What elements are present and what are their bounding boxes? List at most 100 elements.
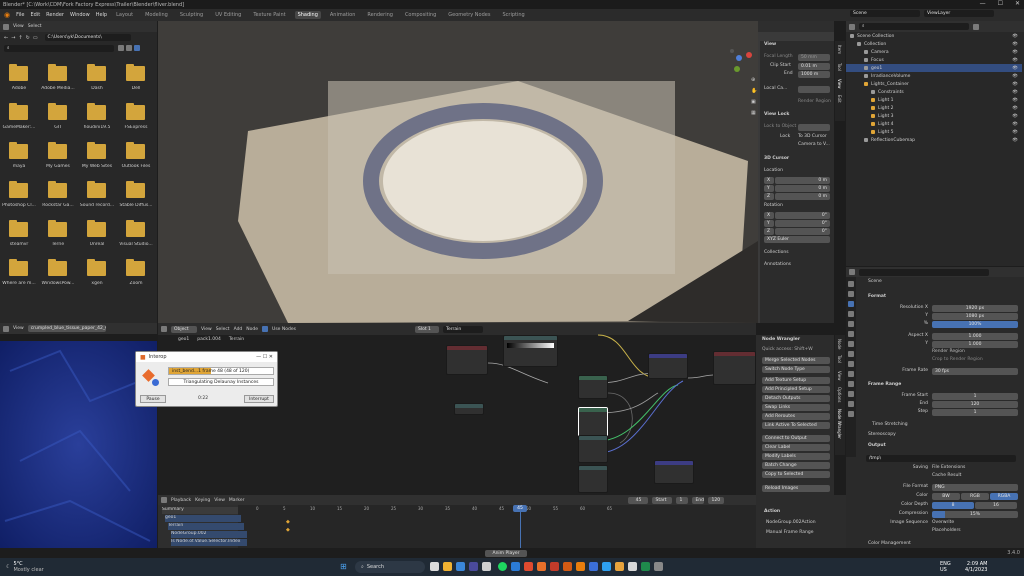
wrangler-button[interactable]: Merge Selected Nodes [762,357,830,364]
start-frame-field[interactable]: 1 [676,496,689,504]
scene-tab-icon[interactable] [848,321,854,327]
visibility-eye-icon[interactable]: 👁 [1012,98,1018,103]
taskbar-search[interactable]: ⌕ Search [355,561,425,573]
folder-icon[interactable] [87,103,106,120]
output-panel-title[interactable]: Output [868,443,886,451]
workspace-tab-texture-paint[interactable]: Texture Paint [250,11,288,19]
stereoscopy-panel[interactable]: Stereoscopy [868,432,896,440]
channel-row[interactable]: NodeGroup.002 [171,531,247,538]
menu-select[interactable]: Select [28,24,42,29]
visibility-eye-icon[interactable]: 👁 [1012,74,1018,79]
refresh-icon[interactable]: ↻ [26,35,30,41]
wrangler-button[interactable]: Link Active To Selected [762,422,830,429]
cursor-rotation-field[interactable]: 0° [775,212,830,219]
data-tab-icon[interactable] [848,391,854,397]
outliner-row[interactable]: geo1 👁 [846,64,1022,72]
app-icon[interactable] [511,562,520,571]
workspace-tab-uv-editing[interactable]: UV Editing [212,11,244,19]
workspace-tab-animation[interactable]: Animation [327,11,359,19]
value-node[interactable] [454,403,484,415]
frame-range-field[interactable]: 1 [932,409,1018,416]
folder-icon[interactable] [48,181,67,198]
marker-menu[interactable]: Marker [229,498,245,503]
format-field[interactable]: 1080 px [932,313,1018,320]
output-path-field[interactable]: /tmp\ [866,455,1016,462]
menu-file[interactable]: File [16,12,24,18]
cursor-location-field[interactable]: 0 m [775,193,830,200]
tab-tool[interactable]: Tool [837,355,842,363]
anim-player-button[interactable]: Anim Player [485,549,527,557]
houdini-icon[interactable] [537,562,546,571]
navigation-gizmo[interactable] [724,43,754,73]
lock-object-field[interactable] [798,124,830,131]
back-arrow-icon[interactable]: ← [4,35,8,41]
wrangler-button[interactable]: Reload Images [762,485,830,492]
minimize-button[interactable]: — [980,0,986,7]
folder-icon[interactable] [126,64,145,81]
editor-type-icon[interactable] [3,23,9,30]
format-field[interactable]: 1920 px [932,305,1018,312]
parent-dir-icon[interactable]: ↑ [18,35,22,41]
editor-type-icon[interactable] [849,23,855,30]
render-region-checkbox[interactable]: Render Region [798,99,831,107]
spotify-icon[interactable] [498,562,507,571]
app-icon[interactable] [615,562,624,571]
lock-to-cursor-checkbox[interactable]: To 3D Cursor [798,134,827,142]
image-selector[interactable]: crumpled_blue_tissue_paper_42_66_4... [27,325,106,332]
app-icon[interactable] [654,562,663,571]
visibility-eye-icon[interactable]: 👁 [1012,122,1018,127]
tab-view[interactable]: View [837,371,842,381]
visibility-eye-icon[interactable]: 👁 [1012,42,1018,47]
folder-icon[interactable] [48,220,67,237]
tool-tab-icon[interactable] [848,281,854,287]
mix-node[interactable] [648,353,688,379]
file-explorer-icon[interactable] [443,562,452,571]
outliner-search-input[interactable]: ⌕ [859,23,969,30]
time-stretching-panel[interactable]: Time Stretching [872,422,908,430]
visibility-eye-icon[interactable]: 👁 [1012,138,1018,143]
editor-type-icon[interactable] [161,497,167,503]
grid-icon[interactable]: ▦ [751,110,757,116]
app-icon[interactable] [602,562,611,571]
folder-icon[interactable] [48,64,67,81]
maximize-button[interactable]: ☐ [998,0,1003,7]
crop-checkbox[interactable]: Crop to Render Region [932,357,983,365]
scene-selector[interactable]: Scene [850,10,920,17]
output-tab-icon[interactable] [848,301,854,307]
wrangler-button[interactable]: Clear Label [762,444,830,451]
cache-result-checkbox[interactable]: Cache Result [932,473,961,481]
task-view-icon[interactable] [430,562,439,571]
wrangler-button[interactable]: Modify Labels [762,453,830,460]
filter-icon[interactable] [973,23,979,30]
visibility-eye-icon[interactable]: 👁 [1012,58,1018,63]
workspace-tab-scripting[interactable]: Scripting [499,11,527,19]
world-tab-icon[interactable] [848,331,854,337]
outliner-row[interactable]: Camera 👁 [846,48,1022,56]
interrupt-button[interactable]: Interrupt [244,395,274,403]
wrangler-button[interactable]: Add Principled Setup [762,386,830,393]
visibility-eye-icon[interactable]: 👁 [1012,130,1018,135]
visibility-eye-icon[interactable]: 👁 [1012,82,1018,87]
menu-help[interactable]: Help [96,12,107,18]
clip-start-field[interactable]: 0.01 m [798,63,830,70]
folder-icon[interactable] [87,64,106,81]
outliner-row[interactable]: Scene Collection 👁 [846,32,1022,40]
folder-icon[interactable] [9,220,28,237]
tab-tool[interactable]: Tool [837,63,842,71]
view-layer-tab-icon[interactable] [848,311,854,317]
current-frame-field[interactable]: 45 [628,496,649,504]
windows-start-icon[interactable]: ⊞ [340,562,347,571]
color-ramp-node[interactable] [503,335,558,367]
outliner-row[interactable]: Light 4 👁 [846,120,1022,128]
collections-panel[interactable]: Collections [764,250,789,258]
channel-row[interactable]: geo1 [165,515,241,522]
annotations-panel[interactable]: Annotations [764,262,791,270]
material-tab-icon[interactable] [848,401,854,407]
store-icon[interactable] [482,562,491,571]
camera-view-icon[interactable]: ▣ [751,99,757,105]
color-rgb-button[interactable]: RGB [961,493,989,500]
app-icon[interactable] [469,562,478,571]
sort-icon[interactable] [126,45,132,51]
depth-16-button[interactable]: 16 [975,502,1017,509]
material-output-node[interactable] [713,351,756,385]
